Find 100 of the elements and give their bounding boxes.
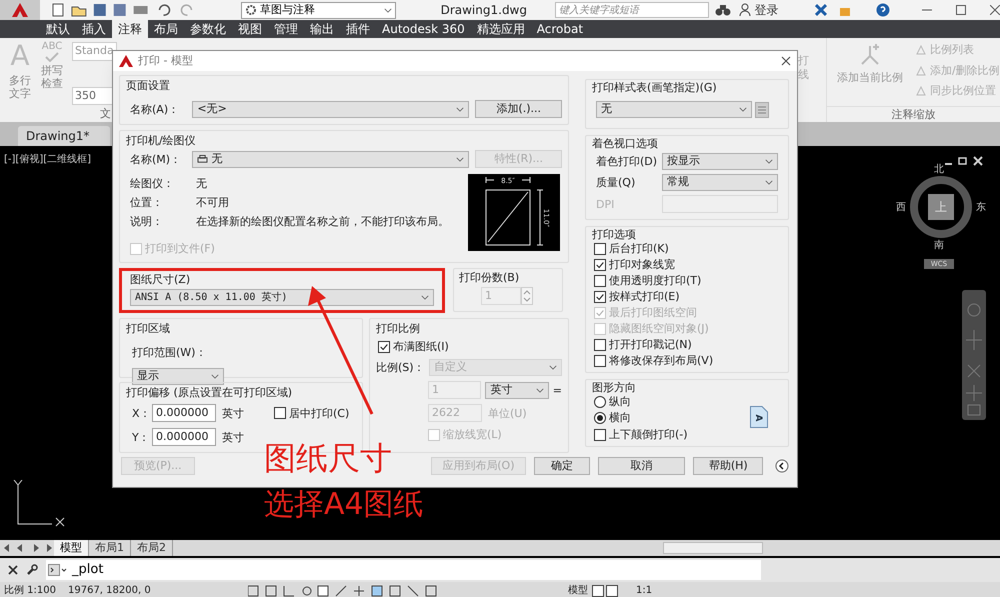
viewport-window-controls-icon[interactable] [944, 156, 984, 166]
maximize-icon[interactable] [956, 5, 966, 15]
layout-tab[interactable]: 布局1 [89, 540, 131, 556]
dialog-button[interactable]: 取消 [598, 457, 686, 475]
checkbox-label[interactable]: 上下颠倒打印(-) [609, 429, 688, 440]
unit-label: 单位(U) [488, 408, 527, 418]
close-icon[interactable] [990, 5, 1000, 15]
ribbon-tab[interactable]: 插入 [76, 20, 112, 38]
compass-label: 西 [896, 201, 906, 215]
page-setup-dropdown[interactable]: <无> [192, 100, 470, 118]
plot-area-dropdown[interactable]: 显示 [132, 368, 224, 385]
close-icon[interactable] [8, 565, 18, 575]
wrench-icon[interactable] [26, 564, 38, 576]
ribbon-tab[interactable]: 插件 [340, 20, 376, 38]
checkbox-label[interactable]: 布满图纸(I) [393, 341, 449, 352]
checkbox[interactable] [594, 290, 606, 302]
close-icon[interactable] [781, 56, 791, 66]
spell-check-icon: ABC [42, 42, 62, 52]
ribbon-tab[interactable]: Acrobat [530, 20, 590, 38]
viewport-layout-icon[interactable] [592, 584, 618, 596]
ribbon-tab[interactable]: 精选应用 [470, 20, 531, 38]
unit-label: 英寸 [222, 432, 244, 442]
login-link[interactable]: 登录 [754, 1, 778, 19]
paper-size-dropdown[interactable]: ANSI A (8.50 x 11.00 英寸) [130, 289, 434, 306]
input-field[interactable] [662, 195, 778, 213]
tab-navigation-arrows-icon[interactable] [2, 543, 54, 553]
checkbox-label[interactable]: 后台打印(K) [609, 243, 669, 254]
unit-dropdown[interactable]: 英寸 [485, 382, 549, 398]
field-label: Y： [132, 432, 146, 442]
dropdown-caret-icon [765, 180, 773, 185]
ribbon-tab[interactable]: 注释 [112, 20, 148, 38]
layout-tab[interactable]: 模型 [54, 540, 89, 556]
binoculars-icon[interactable] [715, 4, 732, 16]
workspace-dropdown[interactable]: 草图与注释 [241, 2, 396, 18]
command-prompt-icon [48, 564, 68, 576]
dialog-title: 打印 - 模型 [138, 52, 194, 69]
collapse-icon[interactable] [775, 459, 789, 473]
field-label: 打印范围(W)： [132, 346, 206, 359]
checkbox[interactable] [594, 258, 606, 270]
edit-table-icon[interactable] [755, 102, 769, 118]
ribbon-tab[interactable]: Autodesk 360 [376, 20, 471, 38]
info-label: 说明： [130, 216, 164, 227]
document-tab[interactable]: Drawing1* [18, 126, 110, 146]
checkbox[interactable] [594, 274, 606, 286]
option-dropdown[interactable]: 按显示 [662, 153, 778, 170]
checkbox-label[interactable]: 打开打印戳记(N) [609, 339, 692, 350]
checkbox[interactable] [594, 338, 606, 350]
annotation-scale-readout[interactable]: 1:1 [636, 583, 652, 597]
dialog-button[interactable]: 帮助(H) [693, 457, 764, 475]
layout-tab[interactable]: 布局2 [131, 540, 173, 556]
checkbox-label[interactable]: 按样式打印(E) [609, 291, 680, 302]
input-field[interactable]: 0.000000 [152, 428, 216, 446]
user-icon[interactable] [739, 3, 752, 17]
group-title: 图形方向 [592, 382, 637, 393]
app-menu-button[interactable] [0, 0, 40, 20]
plot-style-dropdown[interactable]: 无 [596, 101, 752, 118]
checkbox[interactable] [594, 354, 606, 366]
ribbon-tab[interactable]: 视图 [232, 20, 268, 38]
model-space-toggle[interactable]: 模型 [568, 583, 588, 597]
radio-label[interactable]: 横向 [609, 410, 631, 426]
ribbon-tab[interactable]: 管理 [268, 20, 304, 38]
landscape-page-icon: A [750, 406, 768, 428]
ribbon-tab[interactable]: 默认 [40, 20, 76, 38]
ribbon-tab[interactable]: 参数化 [184, 20, 232, 38]
dialog-button[interactable]: 确定 [534, 457, 590, 475]
group-title: 打印偏移 (原点设置在可打印区域) [126, 387, 294, 398]
dropdown-caret-icon [456, 106, 464, 112]
x-icon[interactable] [814, 3, 828, 17]
option-dropdown[interactable]: 常规 [662, 174, 778, 191]
command-input-field[interactable]: _plot [46, 560, 761, 580]
dropdown-caret-icon [536, 388, 544, 392]
checkbox-label[interactable]: 将修改保存到布局(V) [609, 355, 714, 366]
panel-title: 文 [99, 106, 112, 122]
checkbox-label[interactable]: 打印对象线宽 [609, 259, 675, 270]
radio-button[interactable] [594, 396, 606, 408]
field-label: 着色打印(D) [596, 156, 658, 167]
field-label: 比例(S)： [376, 362, 425, 373]
checkbox[interactable] [378, 340, 390, 352]
printer-dropdown[interactable]: 无 [192, 150, 470, 168]
input-field[interactable]: 0.000000 [152, 404, 216, 422]
add-button[interactable]: 添加(.)... [475, 100, 562, 118]
compass-label: 南 [934, 238, 944, 253]
radio-label[interactable]: 纵向 [609, 394, 631, 410]
checkbox[interactable] [594, 428, 606, 440]
checkbox-label[interactable]: 居中打印(C) [289, 408, 350, 418]
scale-readout[interactable]: 比例 1:100 [0, 583, 60, 597]
radio-button[interactable] [594, 412, 606, 424]
viewport-label[interactable]: [-][俯视][二维线框] [4, 152, 92, 167]
horizontal-scrollbar[interactable] [663, 542, 763, 554]
checkbox[interactable] [274, 407, 286, 419]
checkbox[interactable] [594, 242, 606, 254]
search-field[interactable]: 键入关键字或短语 [555, 2, 710, 18]
checkbox-label[interactable]: 使用透明度打印(T) [609, 275, 702, 286]
dropdown-caret-icon [765, 159, 773, 164]
info-value: 不可用 [196, 197, 229, 208]
unit-label: 英寸 [222, 408, 245, 418]
help-icon[interactable] [876, 3, 890, 17]
dropdown-caret-icon [549, 365, 557, 370]
ribbon-tab[interactable]: 输出 [304, 20, 340, 38]
ribbon-tab[interactable]: 布局 [148, 20, 184, 38]
